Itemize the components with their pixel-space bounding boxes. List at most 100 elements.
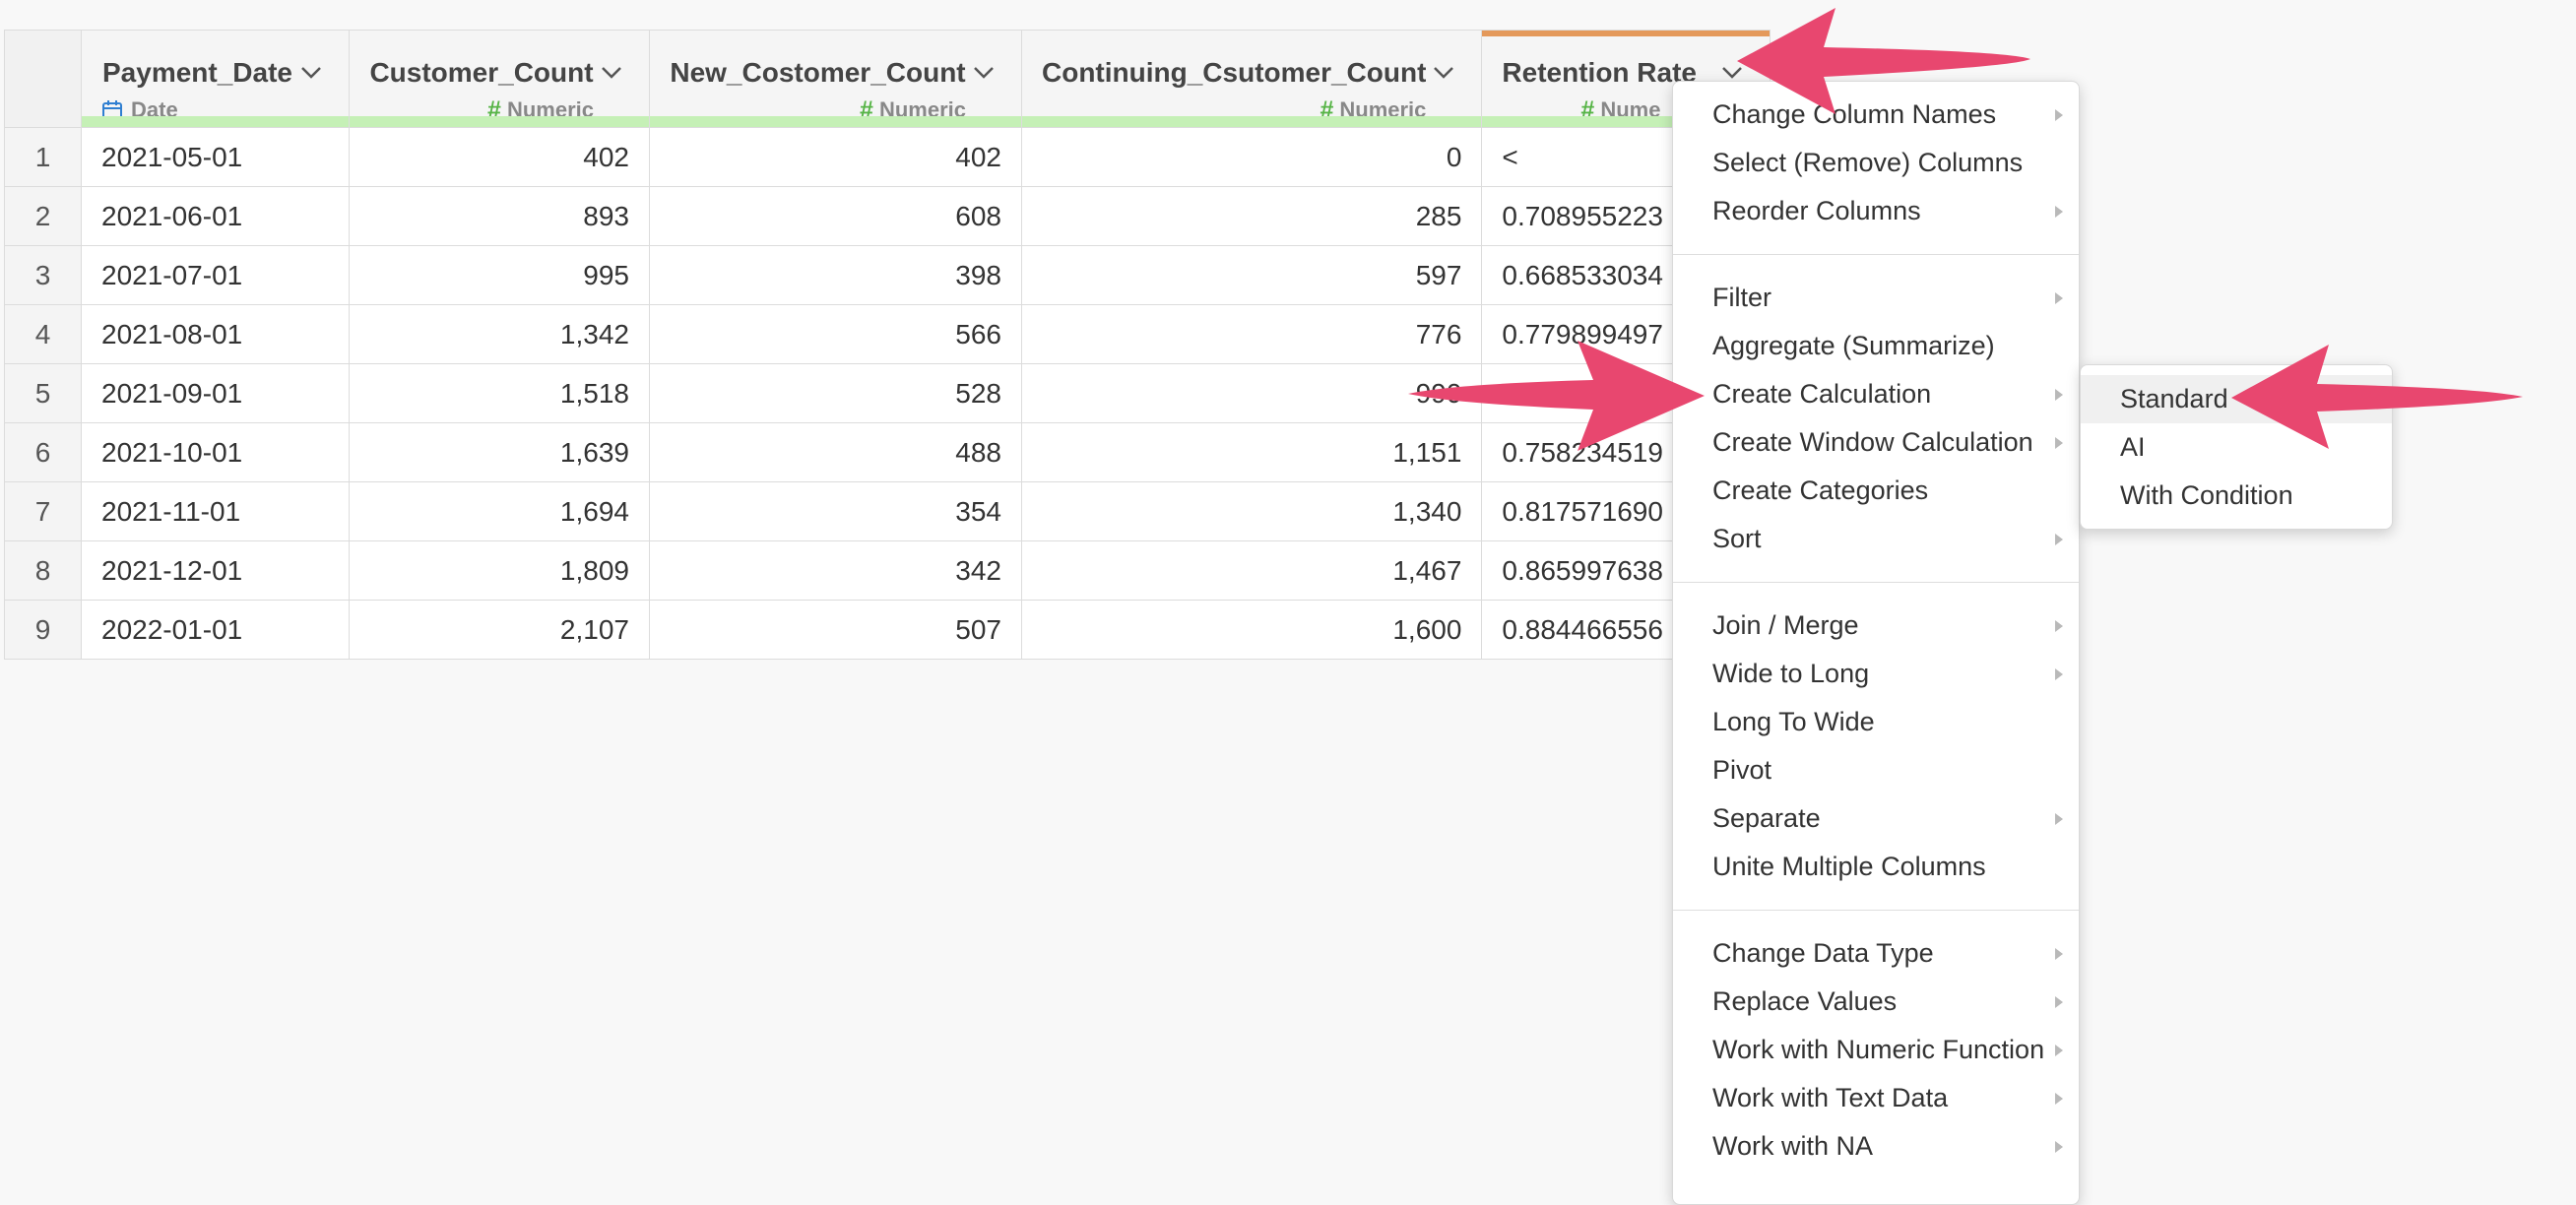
column-header-continuing-csutomer-count[interactable]: Continuing_Csutomer_Count # Numeric <box>1020 30 1483 128</box>
menu-item-label: Change Column Names <box>1712 99 1997 129</box>
cell-payment-date[interactable]: 2021-05-01 <box>81 127 350 187</box>
submenu-item-standard[interactable]: Standard <box>2081 375 2392 423</box>
menu-item-change-column-names[interactable]: Change Column Names <box>1673 91 2079 139</box>
submenu-arrow-icon <box>2055 996 2063 1008</box>
table-row[interactable]: 1 2021-05-01 402 402 0 < <box>4 127 1771 187</box>
table-row[interactable]: 2 2021-06-01 893 608 285 0.708955223 <box>4 186 1771 246</box>
menu-item-label: Wide to Long <box>1712 659 1870 688</box>
cell-customer-count[interactable]: 995 <box>349 245 650 305</box>
cell-new-costomer-count[interactable]: 398 <box>649 245 1022 305</box>
cell-payment-date[interactable]: 2021-06-01 <box>81 186 350 246</box>
menu-separator <box>1673 582 2079 583</box>
column-name: Retention Rate <box>1502 57 1697 88</box>
cell-continuing-csutomer-count[interactable]: 990 <box>1020 363 1483 423</box>
data-grid: Payment_Date Date Customer_Count # Numer… <box>4 30 1771 660</box>
menu-item-work-with-numeric-function[interactable]: Work with Numeric Function <box>1673 1026 2079 1074</box>
table-row[interactable]: 9 2022-01-01 2,107 507 1,600 0.884466556 <box>4 600 1771 660</box>
cell-payment-date[interactable]: 2021-11-01 <box>81 481 350 541</box>
table-row[interactable]: 8 2021-12-01 1,809 342 1,467 0.865997638 <box>4 540 1771 601</box>
submenu-arrow-icon <box>2055 534 2063 545</box>
cell-payment-date[interactable]: 2021-07-01 <box>81 245 350 305</box>
cell-continuing-csutomer-count[interactable]: 1,467 <box>1020 540 1483 601</box>
column-header-new-costomer-count[interactable]: New_Costomer_Count # Numeric <box>649 30 1022 128</box>
cell-customer-count[interactable]: 2,107 <box>349 600 650 660</box>
cell-payment-date[interactable]: 2021-08-01 <box>81 304 350 364</box>
menu-item-sort[interactable]: Sort <box>1673 515 2079 563</box>
cell-new-costomer-count[interactable]: 507 <box>649 600 1022 660</box>
cell-payment-date[interactable]: 2021-12-01 <box>81 540 350 601</box>
submenu-arrow-icon <box>2055 1093 2063 1105</box>
cell-customer-count[interactable]: 1,518 <box>349 363 650 423</box>
cell-customer-count[interactable]: 1,342 <box>349 304 650 364</box>
table-row[interactable]: 3 2021-07-01 995 398 597 0.668533034 <box>4 245 1771 305</box>
data-quality-bar <box>82 116 349 127</box>
cell-continuing-csutomer-count[interactable]: 1,600 <box>1020 600 1483 660</box>
menu-item-join-merge[interactable]: Join / Merge <box>1673 602 2079 650</box>
submenu-arrow-icon <box>2055 109 2063 121</box>
cell-new-costomer-count[interactable]: 354 <box>649 481 1022 541</box>
cell-continuing-csutomer-count[interactable]: 597 <box>1020 245 1483 305</box>
cell-customer-count[interactable]: 1,809 <box>349 540 650 601</box>
cell-customer-count[interactable]: 1,694 <box>349 481 650 541</box>
data-quality-bar <box>650 116 1021 127</box>
chevron-down-icon[interactable] <box>1426 60 1461 86</box>
menu-item-label: Replace Values <box>1712 986 1898 1016</box>
menu-item-label: Create Categories <box>1712 476 1929 505</box>
menu-item-select-remove-columns[interactable]: Select (Remove) Columns <box>1673 139 2079 187</box>
cell-new-costomer-count[interactable]: 488 <box>649 422 1022 482</box>
menu-item-change-data-type[interactable]: Change Data Type <box>1673 929 2079 978</box>
cell-continuing-csutomer-count[interactable]: 285 <box>1020 186 1483 246</box>
row-number: 7 <box>4 481 82 541</box>
menu-item-label: Unite Multiple Columns <box>1712 852 1986 881</box>
menu-item-separate[interactable]: Separate <box>1673 794 2079 843</box>
menu-item-label: Work with Numeric Function <box>1712 1035 2045 1064</box>
menu-item-reorder-columns[interactable]: Reorder Columns <box>1673 187 2079 235</box>
submenu-item-with-condition[interactable]: With Condition <box>2081 472 2392 520</box>
column-header-payment-date[interactable]: Payment_Date Date <box>81 30 350 128</box>
row-number: 2 <box>4 186 82 246</box>
menu-item-work-with-na[interactable]: Work with NA <box>1673 1122 2079 1171</box>
menu-item-aggregate-summarize[interactable]: Aggregate (Summarize) <box>1673 322 2079 370</box>
cell-customer-count[interactable]: 1,639 <box>349 422 650 482</box>
cell-continuing-csutomer-count[interactable]: 1,151 <box>1020 422 1483 482</box>
cell-continuing-csutomer-count[interactable]: 0 <box>1020 127 1483 187</box>
column-name: Continuing_Csutomer_Count <box>1042 57 1427 88</box>
menu-item-unite-multiple-columns[interactable]: Unite Multiple Columns <box>1673 843 2079 891</box>
cell-continuing-csutomer-count[interactable]: 776 <box>1020 304 1483 364</box>
cell-payment-date[interactable]: 2021-09-01 <box>81 363 350 423</box>
menu-item-create-categories[interactable]: Create Categories <box>1673 467 2079 515</box>
chevron-down-icon[interactable] <box>594 60 629 86</box>
menu-item-replace-values[interactable]: Replace Values <box>1673 978 2079 1026</box>
submenu-item-ai[interactable]: AI <box>2081 423 2392 472</box>
menu-item-work-with-text-data[interactable]: Work with Text Data <box>1673 1074 2079 1122</box>
menu-item-pivot[interactable]: Pivot <box>1673 746 2079 794</box>
submenu-arrow-icon <box>2055 813 2063 825</box>
menu-item-label: Join / Merge <box>1712 610 1859 640</box>
menu-item-create-calculation[interactable]: Create Calculation <box>1673 370 2079 418</box>
menu-item-create-window-calculation[interactable]: Create Window Calculation <box>1673 418 2079 467</box>
cell-new-costomer-count[interactable]: 402 <box>649 127 1022 187</box>
cell-new-costomer-count[interactable]: 528 <box>649 363 1022 423</box>
cell-payment-date[interactable]: 2022-01-01 <box>81 600 350 660</box>
cell-customer-count[interactable]: 893 <box>349 186 650 246</box>
cell-new-costomer-count[interactable]: 608 <box>649 186 1022 246</box>
chevron-down-icon[interactable] <box>966 60 1001 86</box>
cell-new-costomer-count[interactable]: 566 <box>649 304 1022 364</box>
menu-item-wide-to-long[interactable]: Wide to Long <box>1673 650 2079 698</box>
data-quality-bar <box>350 116 649 127</box>
menu-item-long-to-wide[interactable]: Long To Wide <box>1673 698 2079 746</box>
chevron-down-icon[interactable] <box>293 60 329 86</box>
table-row[interactable]: 6 2021-10-01 1,639 488 1,151 0.758234519 <box>4 422 1771 482</box>
menu-item-label: Create Calculation <box>1712 379 1932 409</box>
menu-item-filter[interactable]: Filter <box>1673 274 2079 322</box>
cell-continuing-csutomer-count[interactable]: 1,340 <box>1020 481 1483 541</box>
cell-customer-count[interactable]: 402 <box>349 127 650 187</box>
menu-item-label: Work with Text Data <box>1712 1083 1949 1112</box>
table-row[interactable]: 5 2021-09-01 1,518 528 990 <box>4 363 1771 423</box>
menu-item-label: Sort <box>1712 524 1762 553</box>
table-row[interactable]: 7 2021-11-01 1,694 354 1,340 0.817571690 <box>4 481 1771 541</box>
cell-payment-date[interactable]: 2021-10-01 <box>81 422 350 482</box>
table-row[interactable]: 4 2021-08-01 1,342 566 776 0.779899497 <box>4 304 1771 364</box>
cell-new-costomer-count[interactable]: 342 <box>649 540 1022 601</box>
column-header-customer-count[interactable]: Customer_Count # Numeric <box>349 30 650 128</box>
